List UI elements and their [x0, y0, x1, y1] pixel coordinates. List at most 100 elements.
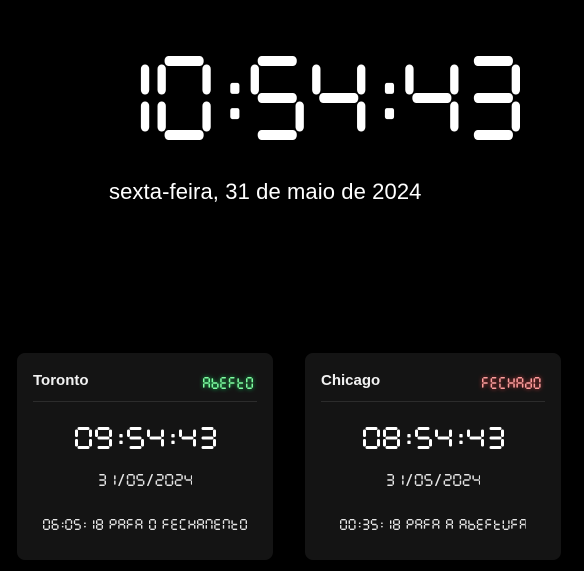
market-card-chicago: Chicago FECHADO 08:54:43 31/05/2024 00:3… [305, 353, 561, 560]
segment-char [140, 64, 150, 132]
segment-char [491, 377, 497, 389]
main-clock: 10:54:43 [96, 56, 520, 140]
segment-char [179, 519, 186, 530]
segment-char [126, 427, 144, 449]
segment-char [43, 519, 50, 530]
market-card-toronto: Toronto ABERTO 09:54:43 31/05/2024 06:05… [17, 353, 273, 560]
segment-char [146, 429, 164, 447]
slash-separator [117, 474, 125, 486]
segment-char [214, 519, 221, 530]
segment-char [484, 519, 491, 529]
colon-separator [384, 82, 395, 120]
segment-char [401, 475, 404, 485]
card-header: Toronto ABERTO [33, 353, 257, 402]
segment-char [382, 427, 400, 449]
segment-char [222, 519, 230, 529]
status-digits [482, 377, 542, 389]
segment-char [201, 427, 216, 449]
segment-char [93, 520, 95, 529]
market-time-digits [362, 427, 504, 449]
segment-char [387, 474, 394, 486]
segment-char [473, 56, 520, 140]
segment-char [434, 429, 452, 447]
segment-char [118, 519, 126, 529]
segment-char [339, 519, 347, 530]
segment-char [443, 474, 452, 486]
status-digits [203, 377, 253, 389]
segment-char [228, 377, 235, 388]
segment-char [65, 519, 73, 530]
market-countdown-digits [339, 519, 527, 530]
status-badge: FECHADO [478, 373, 545, 398]
segment-char [414, 474, 423, 486]
segment-char [157, 56, 211, 140]
segment-char [424, 474, 433, 486]
status-badge: ABERTO [199, 373, 257, 398]
segment-char [164, 474, 173, 486]
market-time-group [362, 427, 504, 449]
city-name: Chicago [321, 372, 381, 389]
segment-char [462, 474, 471, 486]
market-date-group [387, 474, 481, 486]
segment-char [362, 427, 380, 449]
market-countdown: 00:35:18 PARA A ABERTURA [305, 519, 561, 530]
world-clock-page: 10:54:43 sexta-feira, 31 de maio de 2024… [0, 0, 584, 571]
segment-char [405, 64, 459, 132]
colon-separator [230, 82, 240, 120]
colon-separator [118, 434, 123, 444]
market-time: 09:54:43 [17, 427, 273, 449]
segment-char [197, 519, 204, 529]
segment-char [482, 377, 489, 388]
segment-char [534, 377, 542, 389]
colon-separator [380, 522, 383, 528]
segment-char [466, 429, 484, 447]
segment-char [74, 427, 92, 449]
market-countdown: 06:05:18 PARA O FECHAMENTO [17, 519, 273, 530]
segment-char [502, 520, 510, 530]
market-time-group [74, 427, 216, 449]
colon-separator [458, 434, 463, 444]
segment-char [499, 377, 506, 389]
segment-char [250, 56, 304, 140]
colon-separator [84, 522, 86, 528]
segment-char [203, 377, 210, 388]
colon-separator [358, 522, 361, 528]
segment-char [414, 427, 432, 449]
segment-char [459, 519, 467, 529]
segment-char [178, 429, 196, 447]
segment-char [445, 519, 453, 529]
slash-separator [434, 474, 441, 486]
segment-char [174, 474, 183, 486]
market-countdown-digits [43, 519, 247, 530]
segment-char [370, 519, 378, 530]
segment-char [348, 519, 356, 530]
market-date: 31/05/2024 [17, 474, 273, 486]
segment-char [237, 378, 244, 389]
segment-char [414, 519, 422, 529]
colon-separator [61, 522, 64, 528]
market-date-group [99, 474, 193, 486]
segment-char [51, 519, 59, 530]
segment-char [135, 519, 143, 529]
market-countdown-group [43, 519, 247, 530]
segment-char [231, 520, 238, 530]
segment-char [467, 520, 475, 530]
segment-char [508, 378, 516, 388]
segment-char [155, 474, 164, 486]
market-time: 08:54:43 [305, 427, 561, 449]
colon-separator [406, 434, 411, 444]
segment-char [126, 519, 133, 529]
segment-char [452, 474, 461, 486]
market-date-digits [99, 474, 193, 486]
segment-char [525, 378, 533, 389]
segment-char [519, 519, 527, 529]
segment-char [362, 519, 369, 530]
segment-char [94, 427, 112, 449]
market-countdown-group [339, 519, 527, 530]
market-time-digits [74, 427, 216, 449]
main-clock-digits [140, 56, 520, 140]
segment-char [220, 377, 226, 389]
segment-char [171, 519, 178, 530]
segment-char [109, 519, 117, 529]
segment-char [312, 64, 366, 132]
